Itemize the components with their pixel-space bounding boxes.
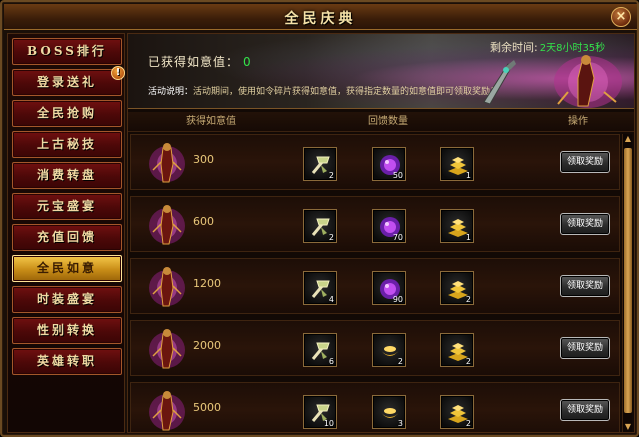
remaining-label: 剩余时间: bbox=[490, 41, 538, 54]
scrollbar[interactable]: ▲ ▼ bbox=[622, 134, 632, 432]
reward-item-slot[interactable]: 2 bbox=[440, 333, 474, 367]
reward-item-slot[interactable]: 10 bbox=[303, 395, 337, 429]
required-ruyi-value: 2000 bbox=[193, 339, 221, 352]
obtained-value: 0 bbox=[243, 55, 252, 69]
reward-row: 600 2 70 1 领取奖励 bbox=[130, 196, 620, 252]
sidebar-tab-label: 充值回馈 bbox=[36, 230, 97, 244]
item-count: 2 bbox=[328, 233, 334, 242]
sidebar-tab-label: 全民如意 bbox=[36, 261, 97, 275]
reward-item-slot[interactable]: 70 bbox=[372, 209, 406, 243]
reward-item-slot[interactable]: 2 bbox=[440, 395, 474, 429]
item-count: 2 bbox=[465, 357, 471, 366]
ruyi-figure-icon bbox=[149, 329, 185, 369]
reward-item-slot[interactable]: 4 bbox=[303, 271, 337, 305]
required-ruyi-value: 300 bbox=[193, 153, 214, 166]
sidebar-tab-3[interactable]: 上古秘技 bbox=[12, 131, 122, 158]
description-label: 活动说明： bbox=[148, 87, 194, 97]
ruyi-figure-icon bbox=[149, 205, 185, 245]
item-count: 1 bbox=[465, 171, 471, 180]
event-description: 活动说明：活动期间，使用如令碎片获得如意值，获得指定数量的如意值即可领取奖励！ bbox=[148, 84, 526, 97]
event-banner: 已获得如意值： 0 剩余时间: 2天8小时35秒 活动说明：活动期间，使用如令碎片获… bbox=[128, 34, 634, 109]
scroll-thumb[interactable] bbox=[624, 148, 632, 413]
header-action: 操作 bbox=[568, 116, 588, 127]
item-count: 1 bbox=[465, 233, 471, 242]
sidebar-tab-4[interactable]: 消费转盘 bbox=[12, 162, 122, 189]
item-count: 50 bbox=[392, 171, 403, 180]
close-button[interactable]: × bbox=[611, 7, 631, 27]
ruyi-figure-icon bbox=[149, 267, 185, 307]
item-count: 6 bbox=[328, 357, 334, 366]
claim-reward-button[interactable]: 领取奖励 bbox=[560, 337, 610, 359]
reward-item-slot[interactable]: 90 bbox=[372, 271, 406, 305]
item-count: 2 bbox=[465, 295, 471, 304]
item-count: 2 bbox=[328, 171, 334, 180]
claim-reward-button[interactable]: 领取奖励 bbox=[560, 213, 610, 235]
required-ruyi-value: 5000 bbox=[193, 401, 221, 414]
event-window: 全民庆典 × BOSS排行 登录送礼! 全民抢购 上古秘技 消费转盘 元宝盛宴 充值回馈 全民… bbox=[0, 0, 639, 437]
main-panel: 已获得如意值： 0 剩余时间: 2天8小时35秒 活动说明：活动期间，使用如令碎片获… bbox=[127, 33, 635, 433]
reward-item-slot[interactable]: 2 bbox=[372, 333, 406, 367]
item-count: 10 bbox=[323, 419, 334, 428]
required-ruyi-value: 1200 bbox=[193, 277, 221, 290]
item-count: 70 bbox=[392, 233, 403, 242]
reward-item-slot[interactable]: 3 bbox=[372, 395, 406, 429]
item-count: 2 bbox=[397, 357, 403, 366]
scroll-down-icon[interactable]: ▼ bbox=[623, 422, 633, 432]
sidebar-tab-0[interactable]: BOSS排行 bbox=[12, 38, 122, 65]
sidebar-tab-label: 上古秘技 bbox=[36, 137, 97, 151]
sidebar-tab-label: BOSS排行 bbox=[27, 44, 107, 58]
sidebar-tab-label: 时装盛宴 bbox=[36, 292, 97, 306]
reward-item-slot[interactable]: 1 bbox=[440, 147, 474, 181]
reward-item-slot[interactable]: 1 bbox=[440, 209, 474, 243]
sidebar-tab-label: 性别转换 bbox=[36, 323, 97, 337]
sidebar-tab-7[interactable]: 全民如意 bbox=[12, 255, 122, 282]
header-rewards: 回馈数量 bbox=[368, 116, 408, 127]
event-sidebar: BOSS排行 登录送礼! 全民抢购 上古秘技 消费转盘 元宝盛宴 充值回馈 全民如意 时装盛宴性… bbox=[7, 33, 125, 433]
obtained-ruyi: 已获得如意值： 0 bbox=[148, 53, 252, 70]
sidebar-tab-2[interactable]: 全民抢购 bbox=[12, 100, 122, 127]
sidebar-tab-8[interactable]: 时装盛宴 bbox=[12, 286, 122, 313]
reward-item-slot[interactable]: 50 bbox=[372, 147, 406, 181]
reward-row: 300 2 50 1 领取奖励 bbox=[130, 134, 620, 190]
claim-reward-button[interactable]: 领取奖励 bbox=[560, 275, 610, 297]
ruyi-figure-icon bbox=[149, 391, 185, 431]
item-count: 3 bbox=[397, 419, 403, 428]
reward-row: 5000 10 3 2 领取奖励 bbox=[130, 382, 620, 432]
reward-item-slot[interactable]: 6 bbox=[303, 333, 337, 367]
description-text: 活动期间，使用如令碎片获得如意值，获得指定数量的如意值即可领取奖励！ bbox=[193, 87, 500, 97]
reward-item-slot[interactable]: 2 bbox=[303, 209, 337, 243]
window-title: 全民庆典 bbox=[284, 11, 357, 27]
item-count: 90 bbox=[392, 295, 403, 304]
obtained-label: 已获得如意值： bbox=[148, 55, 240, 69]
sidebar-tab-6[interactable]: 充值回馈 bbox=[12, 224, 122, 251]
claim-reward-button[interactable]: 领取奖励 bbox=[560, 151, 610, 173]
sidebar-tab-5[interactable]: 元宝盛宴 bbox=[12, 193, 122, 220]
scroll-up-icon[interactable]: ▲ bbox=[623, 134, 633, 144]
banner-sword-art bbox=[483, 60, 516, 105]
header-value: 获得如意值 bbox=[186, 116, 236, 127]
reward-row: 1200 4 90 2 领取奖励 bbox=[130, 258, 620, 314]
required-ruyi-value: 600 bbox=[193, 215, 214, 228]
item-count: 4 bbox=[328, 295, 334, 304]
reward-item-slot[interactable]: 2 bbox=[440, 271, 474, 305]
title-bar: 全民庆典 × bbox=[4, 4, 637, 30]
notification-badge-icon: ! bbox=[111, 66, 125, 80]
ruyi-figure-icon bbox=[149, 143, 185, 183]
claim-reward-button[interactable]: 领取奖励 bbox=[560, 399, 610, 421]
reward-row: 2000 6 2 2 领取奖励 bbox=[130, 320, 620, 376]
item-count: 2 bbox=[465, 419, 471, 428]
sidebar-tab-label: 元宝盛宴 bbox=[36, 199, 97, 213]
sidebar-tab-label: 消费转盘 bbox=[36, 168, 97, 182]
sidebar-tab-9[interactable]: 性别转换 bbox=[12, 317, 122, 344]
sidebar-tab-label: 全民抢购 bbox=[36, 106, 97, 120]
sidebar-tab-label: 英雄转职 bbox=[36, 354, 97, 368]
reward-item-slot[interactable]: 2 bbox=[303, 147, 337, 181]
sidebar-tab-1[interactable]: 登录送礼! bbox=[12, 66, 125, 96]
sidebar-tab-label: 登录送礼 bbox=[36, 75, 97, 89]
sidebar-tab-10[interactable]: 英雄转职 bbox=[12, 348, 122, 375]
reward-list: 300 2 50 1 领取奖励 600 2 70 1 领取奖励 1200 4 90 2 领取奖励 2000 6 2… bbox=[130, 134, 620, 432]
banner-figure-art bbox=[554, 55, 622, 108]
